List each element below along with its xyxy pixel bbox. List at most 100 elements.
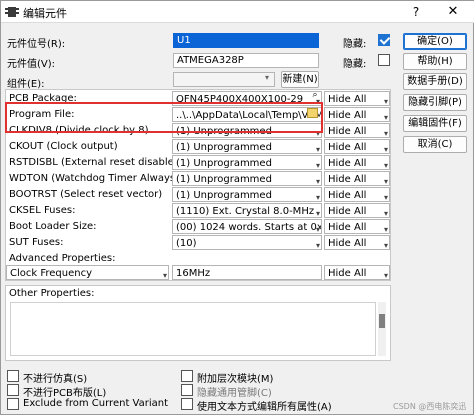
- property-name: Boot Loader Size:: [9, 221, 97, 232]
- value-input[interactable]: ATMEGA328P: [173, 53, 319, 68]
- chevron-down-icon: ▾: [383, 271, 388, 280]
- edit-as-text-checkbox[interactable]: [181, 398, 193, 410]
- chevron-down-icon: ▾: [315, 161, 320, 170]
- datasheet-button[interactable]: 数据手册(D): [403, 73, 467, 90]
- chevron-down-icon: ▾: [383, 241, 388, 250]
- property-row: Boot Loader Size: (00) 1024 words. Start…: [6, 219, 390, 235]
- visibility-select[interactable]: Hide All ▾: [324, 203, 390, 218]
- value-hidden-checkbox[interactable]: [378, 54, 390, 66]
- visibility-value: Hide All: [328, 158, 367, 169]
- property-name: BOOTRST (Select reset vector): [9, 189, 163, 200]
- visibility-value: Hide All: [328, 174, 367, 185]
- other-properties-label: Other Properties:: [9, 288, 95, 299]
- group-label: 组件(E):: [7, 79, 45, 90]
- visibility-select[interactable]: Hide All ▾: [324, 219, 390, 234]
- ref-input[interactable]: U1: [173, 33, 319, 48]
- advanced-property-select[interactable]: Clock Frequency ▾: [6, 265, 169, 280]
- chevron-down-icon: ▾: [265, 73, 270, 82]
- visibility-select[interactable]: Hide All ▾: [324, 171, 390, 186]
- help-button[interactable]: 帮助(H): [403, 53, 467, 70]
- chevron-down-icon: ▾: [383, 161, 388, 170]
- edit-component-dialog: 编辑元件 ? ✕ 元件位号(R): U1 隐藏: 元件值(V): ATMEGA3…: [0, 0, 474, 415]
- no-simulate-checkbox[interactable]: [7, 370, 19, 382]
- visibility-select[interactable]: Hide All ▾: [324, 139, 390, 154]
- hide-common-pins-checkbox[interactable]: [181, 384, 193, 396]
- property-value: (1110) Ext. Crystal 8.0-MHz: [176, 206, 315, 217]
- ref-hidden-checkbox[interactable]: [378, 34, 390, 46]
- property-value: (1) Unprogrammed: [176, 142, 272, 153]
- advanced-visibility-select[interactable]: Hide All ▾: [324, 265, 390, 280]
- advanced-value-input[interactable]: 16MHz: [172, 265, 322, 280]
- property-value-select[interactable]: (00) 1024 words. Starts at 0x1C ▾: [172, 219, 322, 234]
- new-group-button[interactable]: 新建(N): [281, 71, 319, 88]
- property-value-select[interactable]: (1) Unprogrammed ▾: [172, 187, 322, 202]
- chevron-down-icon: ▾: [383, 209, 388, 218]
- exclude-variant-checkbox[interactable]: [7, 398, 19, 410]
- visibility-value: Hide All: [328, 222, 367, 233]
- watermark: CSDN @西电陈奕迅: [393, 402, 467, 411]
- property-name: CKOUT (Clock output): [9, 141, 118, 152]
- visibility-value: Hide All: [328, 190, 367, 201]
- chevron-down-icon: ▾: [383, 97, 388, 106]
- visibility-value: Hide All: [328, 142, 367, 153]
- chevron-down-icon: ▾: [315, 241, 320, 250]
- visibility-value: Hide All: [328, 94, 367, 105]
- visibility-value: Hide All: [328, 268, 367, 279]
- visibility-select[interactable]: Hide All ▾: [324, 123, 390, 138]
- value-label: 元件值(V):: [7, 59, 56, 70]
- visibility-select[interactable]: Hide All ▾: [324, 91, 390, 106]
- scrollbar[interactable]: [378, 302, 386, 356]
- chevron-down-icon: ▾: [315, 225, 320, 234]
- cancel-button[interactable]: 取消(C): [403, 136, 467, 153]
- property-name: SUT Fuses:: [9, 237, 64, 248]
- visibility-select[interactable]: Hide All ▾: [324, 235, 390, 250]
- chevron-down-icon: ▾: [162, 271, 167, 280]
- ref-hidden-label: 隐藏:: [343, 39, 367, 50]
- value-hidden-label: 隐藏:: [343, 59, 367, 70]
- chevron-down-icon: ▾: [383, 193, 388, 202]
- chevron-down-icon: ▾: [383, 145, 388, 154]
- advanced-property-row: Clock Frequency ▾ 16MHz Hide All ▾: [6, 265, 390, 281]
- close-icon[interactable]: ✕: [439, 3, 467, 21]
- property-value-select[interactable]: (10) ▾: [172, 235, 322, 250]
- scrollbar-thumb[interactable]: [379, 314, 385, 328]
- help-icon[interactable]: ?: [405, 3, 427, 21]
- ok-button[interactable]: 确定(O): [403, 33, 467, 50]
- visibility-value: Hide All: [328, 126, 367, 137]
- edit-firmware-button[interactable]: 编辑固件(F): [403, 115, 467, 132]
- property-value: (00) 1024 words. Starts at 0x1C: [176, 222, 322, 233]
- property-value-select[interactable]: (1) Unprogrammed ▾: [172, 171, 322, 186]
- property-name: RSTDISBL (External reset disable): [9, 157, 172, 168]
- other-properties-panel: Other Properties:: [5, 285, 391, 361]
- visibility-value: Hide All: [328, 110, 367, 121]
- no-pcb-checkbox[interactable]: [7, 384, 19, 396]
- property-value: (1) Unprogrammed: [176, 174, 272, 185]
- visibility-select[interactable]: Hide All ▾: [324, 187, 390, 202]
- property-row: SUT Fuses: (10) ▾ Hide All ▾: [6, 235, 390, 251]
- hide-pins-button[interactable]: 隐藏引脚(P): [403, 94, 467, 111]
- chevron-down-icon: ▾: [315, 177, 320, 186]
- other-properties-textarea[interactable]: [10, 302, 376, 356]
- property-value-select[interactable]: (1) Unprogrammed ▾: [172, 139, 322, 154]
- property-row: RSTDISBL (External reset disable) (1) Un…: [6, 155, 390, 171]
- visibility-value: Hide All: [328, 206, 367, 217]
- attach-hierarchy-checkbox[interactable]: [181, 370, 193, 382]
- chevron-down-icon: ▾: [315, 145, 320, 154]
- chevron-down-icon: ▾: [315, 193, 320, 202]
- property-value-select[interactable]: (1110) Ext. Crystal 8.0-MHz ▾: [172, 203, 322, 218]
- advanced-property-name: Clock Frequency: [10, 268, 93, 279]
- component-icon: [5, 7, 19, 17]
- property-row: CKOUT (Clock output) (1) Unprogrammed ▾ H…: [6, 139, 390, 155]
- no-simulate-label: 不进行仿真(S): [23, 374, 88, 385]
- property-row: BOOTRST (Select reset vector) (1) Unprog…: [6, 187, 390, 203]
- edit-as-text-label: 使用文本方式编辑所有属性(A): [197, 402, 332, 413]
- visibility-select[interactable]: Hide All ▾: [324, 155, 390, 170]
- property-row: WDTON (Watchdog Timer Always On) (1) Unp…: [6, 171, 390, 187]
- visibility-select[interactable]: Hide All ▾: [324, 107, 390, 122]
- visibility-value: Hide All: [328, 238, 367, 249]
- property-name: CKSEL Fuses:: [9, 205, 76, 216]
- hide-common-pins-label: 隐藏通用管脚(C): [197, 388, 272, 399]
- property-value-select[interactable]: (1) Unprogrammed ▾: [172, 155, 322, 170]
- group-select[interactable]: [173, 72, 275, 87]
- chevron-down-icon: ▾: [383, 113, 388, 122]
